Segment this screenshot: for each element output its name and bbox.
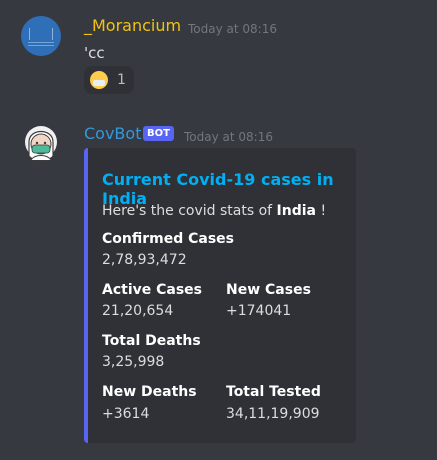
username[interactable]: _Morancium [84,16,181,36]
field-value-total-tested: 34,11,19,909 [226,406,320,422]
field-name-new-deaths: New Deaths [102,384,197,400]
embed-description-country: India [276,203,316,219]
field-value-new-deaths: +3614 [102,406,150,422]
field-name-confirmed-cases: Confirmed Cases [102,231,235,247]
bot-avatar-icon [25,126,57,162]
embed-card: Current Covid-19 cases in India Here's t… [84,148,356,443]
embed-description-prefix: Here's the covid stats of [102,203,277,219]
field-name-new-cases: New Cases [226,282,311,298]
field-name-total-deaths: Total Deaths [102,333,201,349]
reaction-count: 1 [117,72,126,88]
face-with-medical-mask-icon [90,71,108,89]
field-name-active-cases: Active Cases [102,282,203,298]
field-value-new-cases: +174041 [226,303,292,319]
avatar-decoration [28,42,54,43]
field-value-total-deaths: 3,25,998 [102,354,165,370]
timestamp[interactable]: Today at 08:16 [188,21,277,37]
message-text: 'cc [84,44,105,62]
reaction-button[interactable]: 1 [84,66,134,94]
field-name-total-tested: Total Tested [226,384,321,400]
embed-description-suffix: ! [316,203,327,219]
timestamp[interactable]: Today at 08:16 [184,129,273,145]
field-value-confirmed-cases: 2,78,93,472 [102,252,187,268]
avatar[interactable] [21,124,61,164]
avatar[interactable] [21,16,61,56]
bot-badge: BOT [143,126,174,141]
username[interactable]: CovBot [84,124,141,144]
embed-description: Here's the covid stats of India ! [102,203,326,219]
avatar-image [29,28,53,40]
field-value-active-cases: 21,20,654 [102,303,174,319]
